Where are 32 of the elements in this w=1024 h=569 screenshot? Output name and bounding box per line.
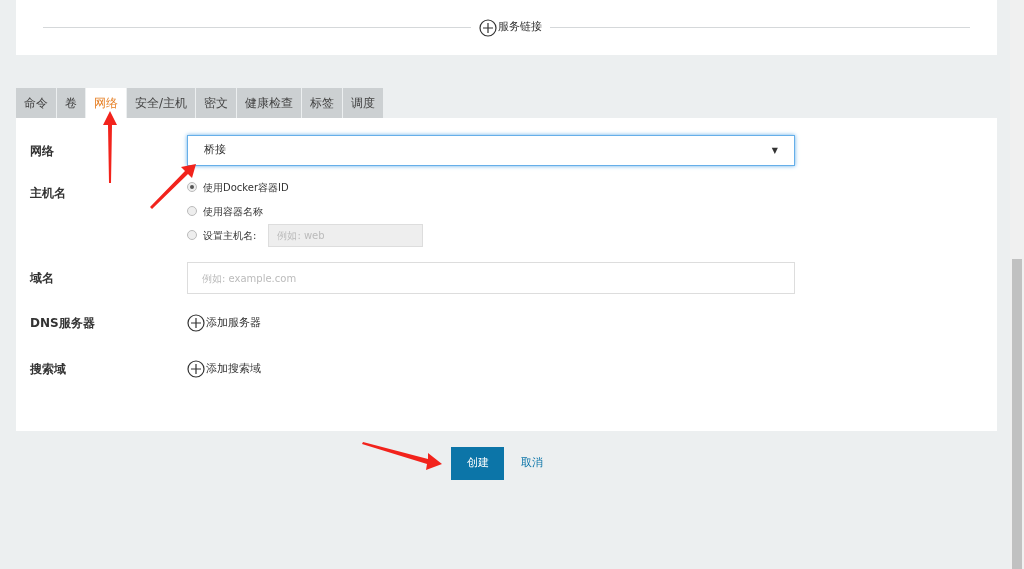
scrollbar-thumb[interactable]	[1012, 259, 1022, 569]
plus-circle-icon	[479, 18, 497, 37]
radio-button[interactable]	[187, 230, 197, 240]
tab[interactable]: 调度	[343, 88, 384, 118]
annotation-arrow	[150, 164, 196, 209]
add-server-button[interactable]: 添加服务器	[187, 314, 261, 332]
field-label: 域名	[28, 270, 55, 287]
network-select[interactable]: 桥接 ▼	[187, 135, 795, 166]
radio-label: 使用容器名称	[203, 204, 263, 219]
add-service-link-button[interactable]: 服务链接	[479, 18, 542, 37]
cancel-link[interactable]: 取消	[521, 455, 543, 472]
tab[interactable]: 安全/主机	[127, 88, 196, 118]
plus-circle-icon	[187, 360, 205, 378]
radio-button[interactable]	[187, 206, 197, 216]
domain-field[interactable]: 例如: example.com	[187, 262, 795, 294]
tab[interactable]: 卷	[57, 88, 85, 118]
field-label: DNS服务器	[29, 315, 96, 332]
field-label: 网络	[29, 142, 55, 160]
tab[interactable]: 命令	[16, 88, 56, 118]
tab[interactable]: 标签	[302, 88, 343, 118]
create-button[interactable]: 创建	[451, 447, 504, 480]
field-label: 主机名	[29, 185, 67, 202]
plus-circle-icon	[187, 314, 205, 332]
tab[interactable]: 健康检查	[237, 88, 302, 118]
field-label: 搜索域	[29, 361, 67, 378]
dropdown-arrow-icon: ▼	[771, 144, 778, 157]
add-search-domain-button[interactable]: 添加搜索域	[187, 360, 261, 378]
radio-label: 使用Docker容器ID	[203, 180, 289, 195]
annotation-arrow	[103, 111, 117, 183]
radio-button[interactable]	[187, 182, 197, 192]
tab[interactable]: 密文	[196, 88, 237, 118]
radio-label: 设置主机名:	[203, 228, 257, 243]
